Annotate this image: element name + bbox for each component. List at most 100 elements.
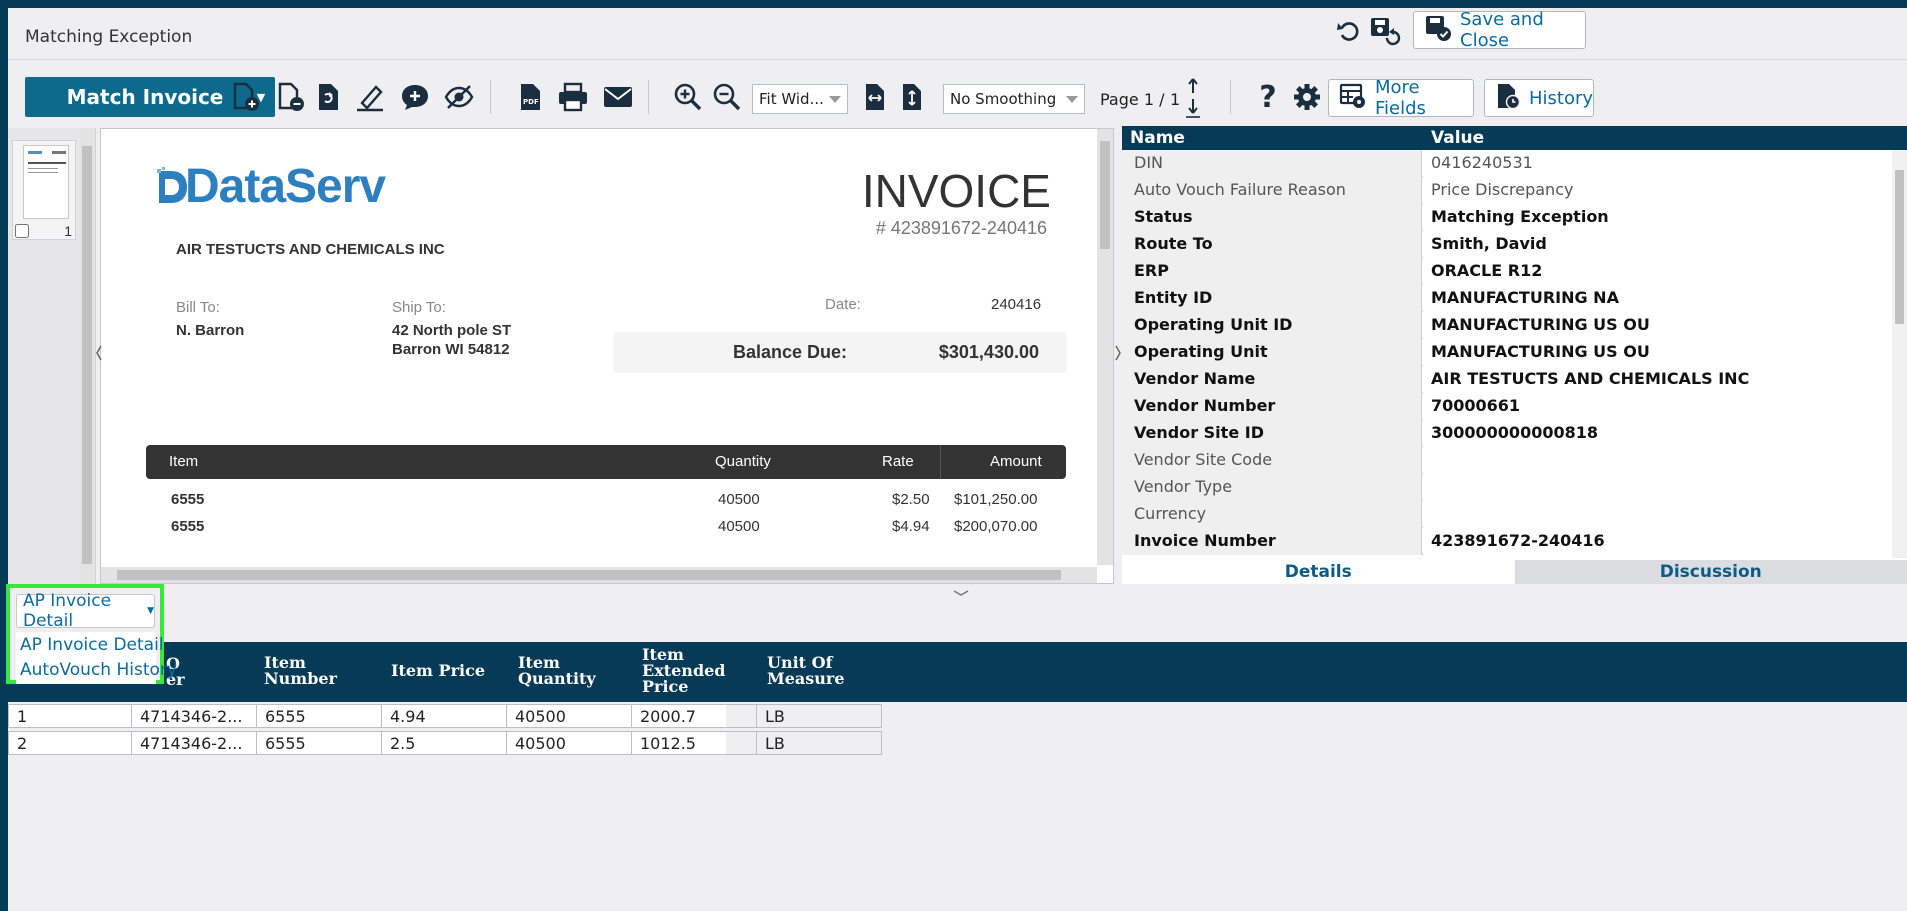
detail-row[interactable]: ERP ORACLE R12 — [1122, 258, 1892, 285]
view-selector-highlight: AP Invoice Detail ▼ AP Invoice Detail Au… — [6, 584, 177, 684]
settings-gear-icon[interactable] — [1289, 79, 1325, 115]
ship-to-label: Ship To: — [392, 299, 446, 316]
print-icon[interactable] — [555, 79, 591, 115]
rotate-page-icon[interactable] — [311, 79, 347, 115]
lower-panel: Oer Item Number Item Price Item Quantity I… — [6, 584, 1907, 911]
page-navigation-arrows-icon[interactable] — [1180, 75, 1206, 119]
add-page-icon[interactable] — [227, 79, 263, 115]
view-selector-menu: AP Invoice Detail AutoVouch History — [16, 632, 177, 684]
add-comment-icon[interactable] — [397, 79, 433, 115]
scrollbar-thumb[interactable] — [117, 570, 1061, 580]
toolbar-divider — [490, 80, 491, 114]
detail-row[interactable]: Vendor Type — [1122, 474, 1892, 501]
email-icon[interactable] — [600, 79, 636, 115]
help-icon[interactable]: ? — [1250, 79, 1286, 115]
thumbnail-scrollbar[interactable] — [80, 128, 94, 584]
details-tabs: Details Discussion — [1122, 560, 1907, 584]
balance-due-label: Balance Due: — [733, 342, 848, 362]
page-thumbnail[interactable]: 1 — [12, 140, 76, 240]
vertical-splitter-handle[interactable] — [1114, 338, 1122, 368]
viewer-vertical-scrollbar[interactable] — [1097, 129, 1113, 565]
pdf-icon[interactable]: PDF — [513, 79, 549, 115]
details-scrollbar[interactable] — [1892, 150, 1907, 558]
fit-height-icon[interactable] — [894, 79, 930, 115]
page-total: 1 — [1170, 90, 1181, 109]
toolbar-divider — [648, 80, 649, 114]
ship-to-line1: 42 North pole ST — [392, 322, 512, 339]
view-selector-value: AP Invoice Detail — [23, 591, 112, 631]
save-and-close-button[interactable]: Save and Close — [1413, 9, 1586, 51]
history-icon — [1495, 82, 1521, 115]
invoice-document: DataServ AIR TESTUCTS AND CHEMICALS INC … — [101, 129, 1091, 565]
save-refresh-icon[interactable] — [1368, 15, 1402, 47]
page-number: 1 — [64, 223, 72, 239]
scrollbar-thumb[interactable] — [1100, 141, 1110, 249]
scrollbar-thumb[interactable] — [82, 146, 92, 564]
page-label: Page 1 / — [1100, 90, 1165, 109]
zoom-in-icon[interactable] — [670, 79, 706, 115]
invoice-line: 6555 40500 $4.94 $200,070.00 — [171, 518, 1038, 535]
detail-table-header: Oer Item Number Item Price Item Quantity I… — [8, 642, 1907, 702]
detail-row[interactable]: Vendor Site Code — [1122, 447, 1892, 474]
table-row[interactable]: 1 4714346-2... 6555 4.94 40500 2000.7 LB — [8, 704, 882, 728]
detail-row[interactable]: Invoice Number 423891672-240416 — [1122, 528, 1892, 555]
tab-discussion[interactable]: Discussion — [1514, 560, 1907, 584]
details-panel: Name Value DIN 0416240531 Auto Vouch Fail… — [1122, 126, 1907, 584]
detail-row[interactable]: Currency — [1122, 501, 1892, 528]
unit-of-measure-header: Unit Of Measure — [767, 653, 845, 688]
undo-icon[interactable] — [1334, 16, 1364, 46]
chevron-down-icon — [829, 95, 841, 103]
smoothing-select[interactable]: No Smoothing — [943, 84, 1085, 114]
bill-to-name: N. Barron — [176, 322, 245, 339]
hide-annotations-icon[interactable] — [441, 79, 477, 115]
view-selector-dropdown[interactable]: AP Invoice Detail ▼ — [16, 591, 155, 631]
menu-item-autovouch-history[interactable]: AutoVouch History — [16, 657, 177, 682]
more-fields-button[interactable]: More Fields — [1328, 77, 1474, 119]
detail-row[interactable]: Vendor Site ID 300000000000818 — [1122, 420, 1892, 447]
toolbar: Match Invoice ▼ PDF Fit Wid... No Smooth… — [8, 68, 1907, 126]
history-button[interactable]: History — [1484, 79, 1594, 117]
detail-row[interactable]: Vendor Name AIR TESTUCTS AND CHEMICALS IN… — [1122, 366, 1892, 393]
balance-due-amount: $301,430.00 — [938, 342, 1039, 362]
chevron-down-icon — [1066, 95, 1078, 103]
match-invoice-label: Match Invoice — [66, 85, 224, 109]
thumbnail-panel: 1 — [8, 128, 96, 584]
detail-row[interactable]: Vendor Number 70000661 — [1122, 393, 1892, 420]
invoice-line: 6555 40500 $2.50 $101,250.00 — [171, 491, 1038, 508]
history-label: History — [1529, 87, 1594, 109]
thumbnail-splitter-handle[interactable] — [96, 338, 102, 368]
invoice-date: 240416 — [991, 296, 1042, 313]
remove-page-icon[interactable] — [272, 79, 308, 115]
scrollbar-thumb[interactable] — [1895, 170, 1904, 324]
tab-details[interactable]: Details — [1122, 560, 1515, 584]
app-window: Matching Exception Save and Close Match … — [6, 8, 1907, 911]
toolbar-divider — [1230, 80, 1231, 114]
table-row[interactable]: 2 4714346-2... 6555 2.5 40500 1012.5 LB — [8, 731, 882, 755]
highlight-icon[interactable] — [352, 79, 388, 115]
horizontal-splitter-handle[interactable] — [938, 584, 984, 596]
detail-row[interactable]: Entity ID MANUFACTURING NA — [1122, 285, 1892, 312]
details-table-header: Name Value — [1122, 126, 1907, 150]
fit-width-value: Fit Wid... — [759, 90, 824, 108]
detail-row[interactable]: Route To Smith, David — [1122, 231, 1892, 258]
detail-row: Auto Vouch Failure Reason Price Discrepan… — [1122, 177, 1892, 204]
chevron-down-icon: ▼ — [147, 606, 154, 616]
fit-width-select[interactable]: Fit Wid... — [752, 84, 848, 114]
zoom-out-icon[interactable] — [709, 79, 745, 115]
detail-row[interactable]: Operating Unit MANUFACTURING US OU — [1122, 339, 1892, 366]
item-extended-price-header: Item Extended Price — [642, 645, 726, 696]
invoice-table-header: Item Quantity Rate Amount — [146, 445, 1066, 479]
value-column-header: Value — [1431, 128, 1485, 148]
viewer-horizontal-scrollbar[interactable] — [101, 567, 1097, 583]
menu-item-ap-invoice-detail[interactable]: AP Invoice Detail — [16, 632, 164, 657]
page-select-checkbox[interactable] — [15, 224, 29, 238]
title-bar: Matching Exception Save and Close — [8, 8, 1907, 60]
company-name: AIR TESTUCTS AND CHEMICALS INC — [176, 241, 445, 258]
detail-row[interactable]: Status Matching Exception — [1122, 204, 1892, 231]
item-number-header: Item Number — [264, 653, 337, 688]
detail-row[interactable]: Operating Unit ID MANUFACTURING US OU — [1122, 312, 1892, 339]
fit-width-icon[interactable] — [857, 79, 893, 115]
details-table-body: DIN 0416240531 Auto Vouch Failure Reason P… — [1122, 150, 1907, 558]
more-fields-label: More Fields — [1375, 77, 1426, 119]
invoice-number: # 423891672-240416 — [875, 218, 1047, 238]
